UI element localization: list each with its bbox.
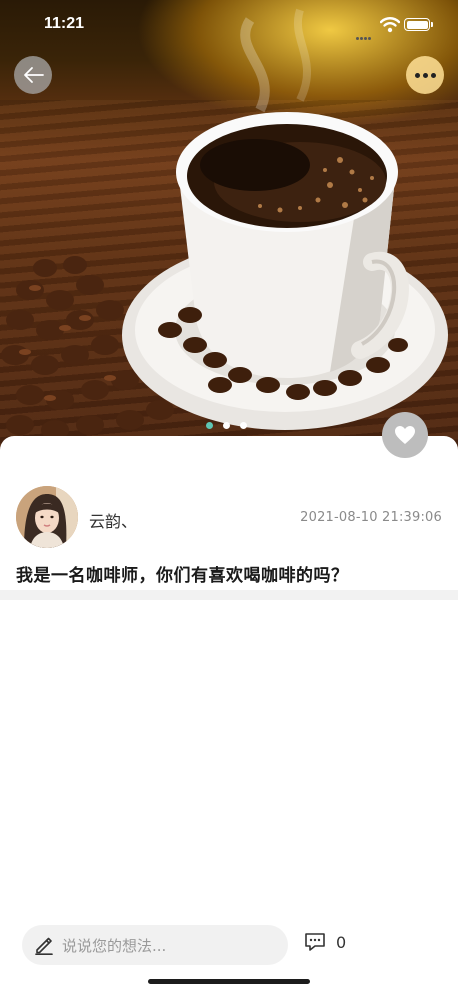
carousel-indicator — [206, 422, 247, 429]
user-avatar-image — [16, 486, 78, 548]
status-time: 11:21 — [44, 15, 85, 32]
comment-placeholder: 说说您的想法... — [62, 936, 167, 955]
post-image-carousel[interactable] — [0, 0, 458, 460]
section-divider — [0, 590, 458, 600]
carousel-dot[interactable] — [240, 422, 247, 429]
back-button[interactable] — [14, 56, 52, 94]
post-datetime: 2021-08-10 21:39:06 — [300, 510, 442, 525]
more-button[interactable] — [406, 56, 444, 94]
heart-icon — [395, 426, 415, 444]
comment-button[interactable]: 0 — [304, 932, 346, 952]
comment-count: 0 — [336, 932, 347, 952]
comment-bubble-icon — [305, 933, 325, 951]
signal-icon — [356, 25, 374, 40]
avatar[interactable] — [16, 486, 78, 548]
carousel-dot[interactable] — [223, 422, 230, 429]
battery-icon — [404, 18, 433, 31]
author-name[interactable]: 云韵、 — [89, 508, 137, 532]
more-dots-icon — [413, 72, 437, 78]
carousel-dot-active[interactable] — [206, 422, 213, 429]
favorite-button[interactable] — [382, 412, 428, 458]
status-bar: 11:21 — [0, 0, 458, 46]
pencil-icon — [35, 937, 53, 955]
comment-input[interactable]: 说说您的想法... — [22, 925, 288, 965]
post-text: 我是一名咖啡师，你们有喜欢喝咖啡的吗？ — [16, 566, 349, 586]
home-indicator — [148, 979, 310, 984]
arrow-left-icon — [24, 67, 44, 83]
coffee-cup-photo — [1, 8, 448, 440]
wifi-icon — [380, 17, 400, 33]
